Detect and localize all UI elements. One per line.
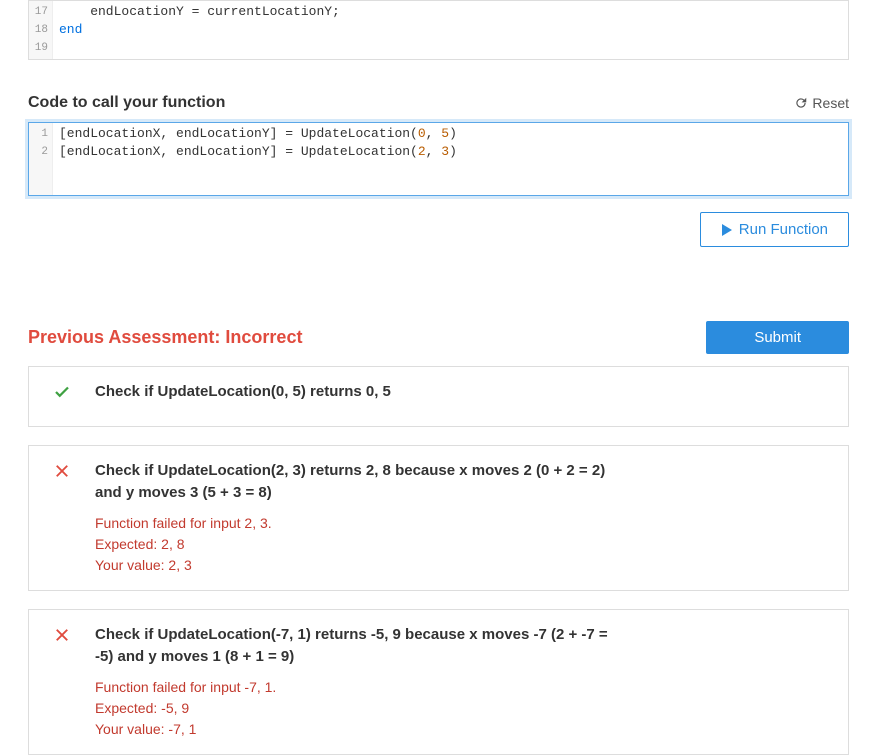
line-number: 18 (33, 21, 48, 39)
code-line: [endLocationX, endLocationY] = UpdateLoc… (59, 125, 842, 143)
call-section-title: Code to call your function (28, 94, 225, 112)
keyword-end: end (59, 22, 82, 37)
assessment-header: Previous Assessment: Incorrect Submit (28, 321, 849, 354)
fail-icon (47, 460, 77, 480)
play-icon (721, 224, 733, 236)
reset-icon (794, 96, 808, 110)
fail-icon (47, 624, 77, 644)
call-section-header: Code to call your function Reset (28, 94, 849, 112)
reset-button[interactable]: Reset (794, 95, 849, 111)
call-code-editor[interactable]: 1 2 [endLocationX, endLocationY] = Updat… (28, 122, 849, 196)
test-result-body: Check if UpdateLocation(2, 3) returns 2,… (95, 460, 615, 576)
test-fail-detail: Function failed for input -7, 1. Expecte… (95, 677, 615, 740)
line-number: 1 (33, 125, 48, 143)
line-number: 17 (33, 3, 48, 21)
code-line: [endLocationX, endLocationY] = UpdateLoc… (59, 143, 842, 161)
assessment-title: Previous Assessment: Incorrect (28, 327, 302, 348)
test-result-title: Check if UpdateLocation(2, 3) returns 2,… (95, 460, 615, 505)
run-button-label: Run Function (739, 221, 828, 238)
editor-gutter: 1 2 (29, 123, 53, 195)
run-function-button[interactable]: Run Function (700, 212, 849, 247)
test-result-body: Check if UpdateLocation(-7, 1) returns -… (95, 624, 615, 740)
test-result-title: Check if UpdateLocation(-7, 1) returns -… (95, 624, 615, 669)
line-number: 2 (33, 143, 48, 161)
run-button-row: Run Function (28, 212, 849, 247)
line-number: 19 (33, 39, 48, 57)
test-fail-detail: Function failed for input 2, 3. Expected… (95, 513, 615, 576)
editor-content[interactable]: endLocationY = currentLocationY; end (53, 1, 848, 59)
test-result: Check if UpdateLocation(2, 3) returns 2,… (28, 445, 849, 591)
reset-label: Reset (812, 95, 849, 111)
function-code-editor[interactable]: 17 18 19 endLocationY = currentLocationY… (28, 0, 849, 60)
test-result-body: Check if UpdateLocation(0, 5) returns 0,… (95, 381, 615, 412)
test-result: Check if UpdateLocation(0, 5) returns 0,… (28, 366, 849, 427)
editor-gutter: 17 18 19 (29, 1, 53, 59)
test-result-title: Check if UpdateLocation(0, 5) returns 0,… (95, 381, 615, 404)
pass-icon (47, 381, 77, 401)
code-line: end (59, 21, 842, 39)
test-result: Check if UpdateLocation(-7, 1) returns -… (28, 609, 849, 755)
editor-content[interactable]: [endLocationX, endLocationY] = UpdateLoc… (53, 123, 848, 195)
submit-button[interactable]: Submit (706, 321, 849, 354)
code-line: endLocationY = currentLocationY; (59, 3, 842, 21)
